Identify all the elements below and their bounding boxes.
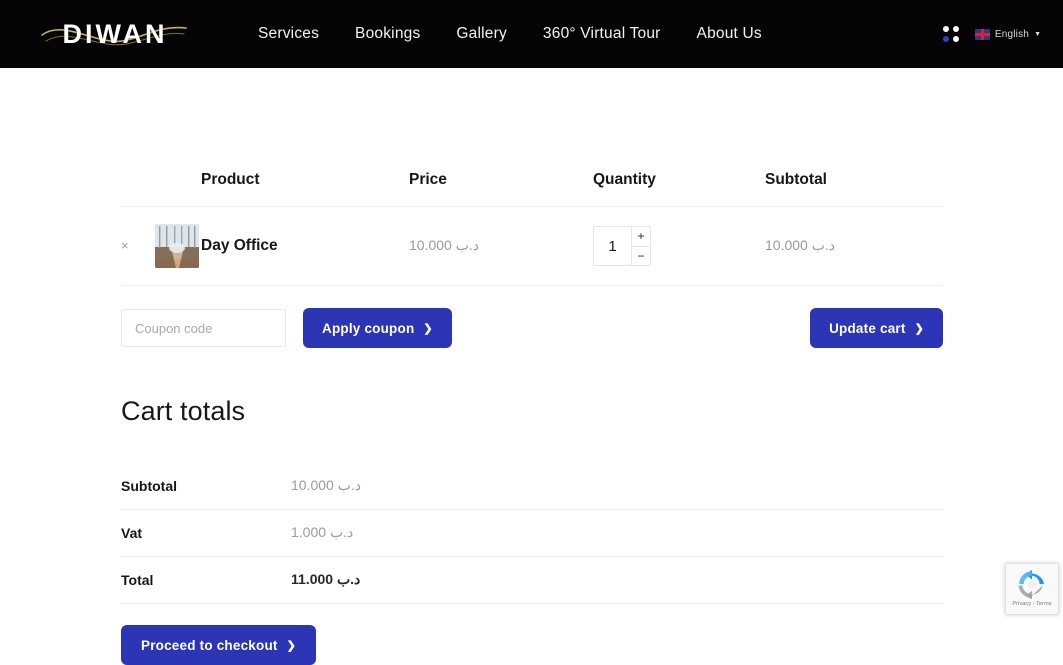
cell-product-name: Day Office <box>201 206 409 286</box>
checkout-actions: Proceed to checkout ❯ <box>121 625 942 665</box>
chevron-right-icon: ❯ <box>914 322 924 335</box>
language-label: English <box>994 28 1030 40</box>
update-cart-label: Update cart <box>829 320 906 336</box>
dot-bottom-left <box>942 36 949 42</box>
proceed-to-checkout-button[interactable]: Proceed to checkout ❯ <box>121 625 317 665</box>
update-cart-button[interactable]: Update cart ❯ <box>810 308 943 348</box>
cell-quantity: + − <box>593 206 765 286</box>
totals-label-vat: Vat <box>121 509 291 557</box>
totals-label-subtotal: Subtotal <box>121 463 291 510</box>
column-header-quantity: Quantity <box>593 171 765 207</box>
product-name-link[interactable]: Day Office <box>201 237 278 254</box>
table-row: × Day Office د.ب 10.000 1 + − د.ب 10.000 <box>121 206 943 286</box>
column-header-remove <box>121 171 155 207</box>
dot-top-right <box>952 26 959 32</box>
checkout-label: Proceed to checkout <box>141 637 278 653</box>
nav-item-gallery[interactable]: Gallery <box>456 25 543 43</box>
cart-items-table: Product Price Quantity Subtotal × Day Of… <box>121 171 943 286</box>
quantity-stepper[interactable]: + − <box>593 226 651 266</box>
coupon-code-input[interactable] <box>121 309 286 347</box>
column-header-price: Price <box>409 171 593 207</box>
cell-subtotal: د.ب 10.000 <box>765 206 943 286</box>
product-price: د.ب 10.000 <box>409 237 480 253</box>
chevron-down-icon: ▼ <box>1034 30 1041 38</box>
quantity-input[interactable] <box>594 227 631 265</box>
totals-value-total: د.ب 11.000 <box>291 571 361 587</box>
quantity-decrease-button[interactable]: − <box>632 247 650 266</box>
nav-item-services[interactable]: Services <box>258 25 355 43</box>
product-thumbnail[interactable] <box>155 224 199 268</box>
cell-remove: × <box>121 206 155 286</box>
nav-item-about-us[interactable]: About Us <box>697 25 762 43</box>
cart-totals-table: Subtotal د.ب 10.000 Vat 1.000 د.ب Total … <box>121 463 943 604</box>
column-header-subtotal: Subtotal <box>765 171 943 207</box>
site-header: DIWAN Services Bookings Gallery 360° Vir… <box>0 0 1063 68</box>
column-header-product: Product <box>201 171 409 207</box>
header-utilities: English ▼ <box>942 0 1041 68</box>
table-row-total: Total د.ب 11.000 <box>121 556 943 604</box>
chevron-right-icon: ❯ <box>286 639 297 652</box>
language-switcher[interactable]: English ▼ <box>974 28 1041 40</box>
product-subtotal: د.ب 10.000 <box>765 237 836 253</box>
cell-thumbnail <box>155 206 201 286</box>
dot-bottom-right <box>952 36 959 42</box>
quantity-step-buttons: + − <box>631 227 650 265</box>
product-thumbnail-image <box>155 224 199 268</box>
recaptcha-icon <box>1018 569 1044 599</box>
chevron-right-icon: ❯ <box>423 322 433 335</box>
apply-coupon-button[interactable]: Apply coupon ❯ <box>303 308 452 348</box>
recaptcha-privacy-terms[interactable]: Privacy - Terms <box>1012 601 1051 607</box>
site-logo[interactable]: DIWAN <box>40 11 190 57</box>
totals-value-subtotal: د.ب 10.000 <box>291 477 362 493</box>
logo-text: DIWAN <box>62 18 168 49</box>
coupon-actions-row: Apply coupon ❯ Update cart ❯ <box>121 308 943 348</box>
quantity-increase-button[interactable]: + <box>632 227 650 247</box>
dot-top-left <box>942 26 949 32</box>
column-header-thumbnail <box>155 171 201 207</box>
main-navigation: Services Bookings Gallery 360° Virtual T… <box>258 25 762 43</box>
grid-dots-icon[interactable] <box>942 26 959 42</box>
cart-table-header-row: Product Price Quantity Subtotal <box>121 171 943 207</box>
cell-price: د.ب 10.000 <box>409 206 593 286</box>
table-row-vat: Vat 1.000 د.ب <box>121 509 943 557</box>
cart-page: Product Price Quantity Subtotal × Day Of… <box>0 171 1063 665</box>
page-title: Cart totals <box>121 396 246 426</box>
table-row-subtotal: Subtotal د.ب 10.000 <box>121 463 943 510</box>
totals-value-vat: 1.000 د.ب <box>291 524 354 540</box>
totals-label-total: Total <box>121 556 291 604</box>
nav-item-virtual-tour[interactable]: 360° Virtual Tour <box>543 25 697 43</box>
uk-flag-icon <box>974 28 990 40</box>
apply-coupon-label: Apply coupon <box>322 320 415 336</box>
nav-item-bookings[interactable]: Bookings <box>355 25 456 43</box>
recaptcha-badge[interactable]: Privacy - Terms <box>1005 563 1059 615</box>
remove-item-button[interactable]: × <box>121 239 129 252</box>
